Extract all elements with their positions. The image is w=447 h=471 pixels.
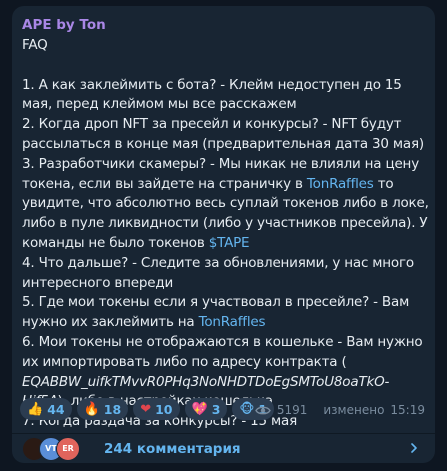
reaction-fire[interactable]: 🔥 18 [76,398,129,420]
reaction-count: 3 [211,401,221,417]
faq-title: FAQ [22,37,48,53]
reaction-count: 44 [47,401,65,417]
avatar: ER [56,436,80,461]
comments-count: 244 комментария [104,440,241,457]
faq-item-1: 1. А как заклеймить с бота? - Клейм недо… [22,76,402,113]
edited-label: изменено [323,403,385,417]
faq-item-5: 5. Где мои токены если я участвовал в пр… [22,293,430,333]
commenter-avatars: VT ER [22,436,86,461]
tape-cashtag-link[interactable]: $TAPE [209,235,250,251]
fire-icon: 🔥 [83,401,100,417]
eye-icon [255,406,271,414]
faq-item-3: 3. Разработчики скамеры? - Мы никак не в… [22,155,430,254]
reaction-heart-sparkles[interactable]: 💖 3 [184,398,228,420]
faq-item-4: 4. Что дальше? - Следите за обновлениями… [22,254,414,291]
tonraffles-link[interactable]: TonRaffles [307,176,374,192]
message-time: 15:19 [390,403,425,417]
faq-item-6-text-a: 6. Мои токены не отображаются в кошельке… [22,333,423,370]
reaction-count: 18 [103,401,122,417]
faq-item-2: 2. Когда дроп NFT за пресейл и конкурсы?… [22,116,424,152]
reaction-thumbs-up[interactable]: 👍 44 [20,398,72,420]
thumbs-up-icon: 👍 [27,401,44,417]
message-meta: 5191 изменено 15:19 [255,403,425,417]
monkey-icon: 🐵 [239,401,255,417]
reaction-count: 10 [155,401,173,417]
heart-icon: ❤ [140,401,152,417]
comments-button[interactable]: VT ER 244 комментария [12,434,435,463]
channel-name[interactable]: APE by Ton [22,17,106,33]
view-count: 5191 [276,403,308,417]
message-bubble: APE by Ton FAQ 1. А как заклеймить с бот… [12,6,435,463]
tonraffles-link-2[interactable]: TonRaffles [199,314,266,330]
chevron-right-icon [411,443,417,453]
reaction-heart[interactable]: ❤ 10 [133,398,180,420]
reactions-bar: 👍 44 🔥 18 ❤ 10 💖 3 🐵 1 [20,398,275,420]
heart-with-sparkles-icon: 💖 [191,401,208,417]
message-text: FAQ 1. А как заклеймить с бота? - Клейм … [22,36,430,432]
